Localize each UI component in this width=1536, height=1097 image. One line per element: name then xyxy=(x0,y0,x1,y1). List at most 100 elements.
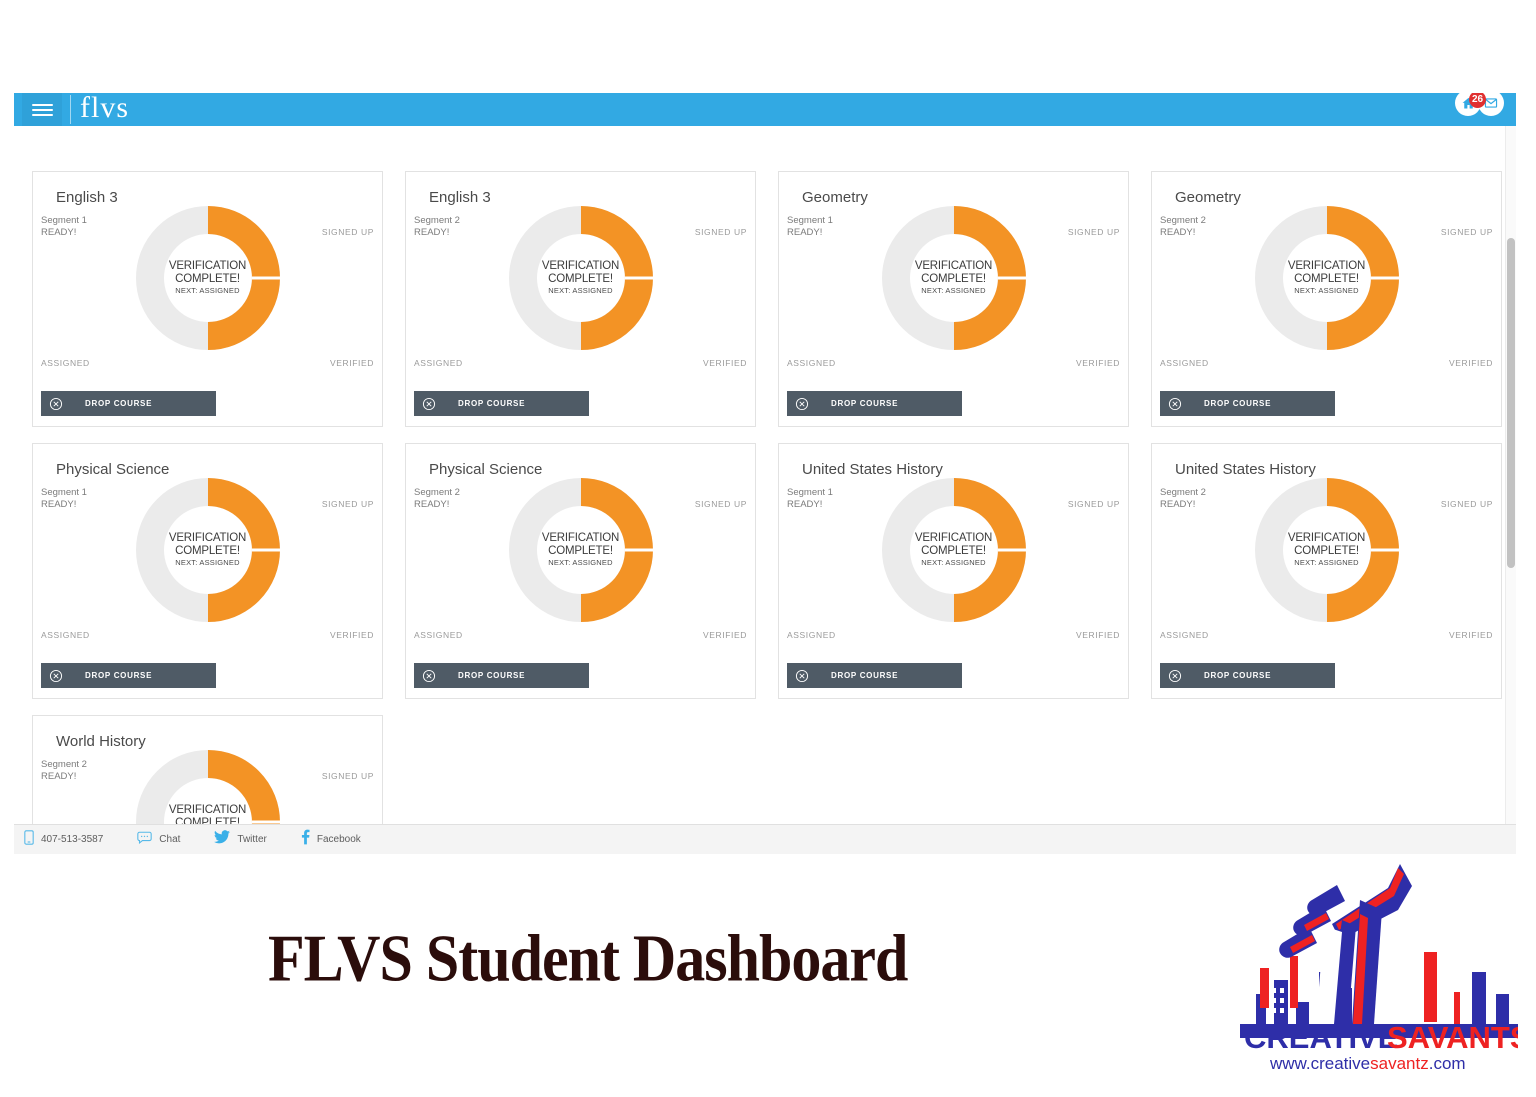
footer-phone[interactable]: 407-513-3587 xyxy=(24,829,104,850)
footer-chat[interactable]: Chat xyxy=(137,831,180,849)
label-verified: VERIFIED xyxy=(1075,358,1120,368)
donut-center-text: VERIFICATION COMPLETE! NEXT: ASSIGNED xyxy=(507,260,655,295)
progress-donut-wrap: VERIFICATION COMPLETE! NEXT: ASSIGNED xyxy=(406,476,755,624)
donut-center-text: VERIFICATION COMPLETE! NEXT: ASSIGNED xyxy=(507,532,655,567)
donut-center-text: VERIFICATION COMPLETE! NEXT: ASSIGNED xyxy=(134,532,282,567)
drop-course-label: DROP COURSE xyxy=(458,399,526,408)
progress-donut: VERIFICATION COMPLETE! NEXT: ASSIGNED xyxy=(134,748,282,824)
course-card[interactable]: United States History Segment 1 READY! S… xyxy=(778,443,1129,699)
donut-line-2: COMPLETE! xyxy=(921,544,986,557)
twitter-icon xyxy=(214,830,231,849)
label-verified: VERIFIED xyxy=(1448,358,1493,368)
course-card[interactable]: Geometry Segment 2 READY! SIGNED UP ASSI… xyxy=(1151,171,1502,427)
creative-savants-logo: CREATIVE SAVANTS www.creativesavantz.com xyxy=(1232,852,1518,1080)
app-footer: 407-513-3587 Chat Twitter Facebook xyxy=(14,824,1516,854)
footer-facebook[interactable]: Facebook xyxy=(301,829,361,850)
progress-donut: VERIFICATION COMPLETE! NEXT: ASSIGNED xyxy=(880,204,1028,352)
donut-center-text: VERIFICATION COMPLETE! NEXT: ASSIGNED xyxy=(134,260,282,295)
drop-course-button[interactable]: DROP COURSE xyxy=(41,391,216,416)
progress-donut-wrap: VERIFICATION COMPLETE! NEXT: ASSIGNED xyxy=(779,476,1128,624)
label-assigned: ASSIGNED xyxy=(787,630,836,640)
progress-donut: VERIFICATION COMPLETE! NEXT: ASSIGNED xyxy=(134,476,282,624)
label-verified: VERIFIED xyxy=(329,630,374,640)
drop-course-label: DROP COURSE xyxy=(85,399,153,408)
donut-center-text: VERIFICATION COMPLETE! NEXT: ASSIGNED xyxy=(880,532,1028,567)
progress-donut-wrap: VERIFICATION COMPLETE! NEXT: ASSIGNED xyxy=(779,204,1128,352)
donut-next-step: NEXT: ASSIGNED xyxy=(548,285,613,295)
donut-center-text: VERIFICATION COMPLETE! NEXT: ASSIGNED xyxy=(1253,532,1401,567)
course-card[interactable]: United States History Segment 2 READY! S… xyxy=(1151,443,1502,699)
course-card[interactable]: English 3 Segment 1 READY! SIGNED UP ASS… xyxy=(32,171,383,427)
phone-icon xyxy=(24,829,34,850)
progress-donut: VERIFICATION COMPLETE! NEXT: ASSIGNED xyxy=(1253,204,1401,352)
donut-next-step: NEXT: ASSIGNED xyxy=(921,285,986,295)
label-assigned: ASSIGNED xyxy=(787,358,836,368)
label-verified: VERIFIED xyxy=(1075,630,1120,640)
drop-course-label: DROP COURSE xyxy=(85,671,153,680)
drop-course-button[interactable]: DROP COURSE xyxy=(41,663,216,688)
close-circle-icon xyxy=(422,397,436,411)
caption-title: FLVS Student Dashboard xyxy=(268,921,908,996)
footer-twitter[interactable]: Twitter xyxy=(214,830,267,849)
chat-icon xyxy=(137,831,152,849)
course-card[interactable]: English 3 Segment 2 READY! SIGNED UP ASS… xyxy=(405,171,756,427)
donut-next-step: NEXT: ASSIGNED xyxy=(548,557,613,567)
footer-twitter-label: Twitter xyxy=(237,834,267,845)
donut-center-text: VERIFICATION COMPLETE! NEXT: ASSIGNED xyxy=(134,804,282,824)
label-assigned: ASSIGNED xyxy=(41,630,90,640)
progress-donut-wrap: VERIFICATION COMPLETE! NEXT: ASSIGNED xyxy=(1152,204,1501,352)
progress-donut-wrap: VERIFICATION COMPLETE! NEXT: ASSIGNED xyxy=(406,204,755,352)
screenshot-root: Current Courses English 3 Segment 1 READ… xyxy=(0,0,1536,1097)
donut-line-1: VERIFICATION xyxy=(541,531,620,544)
label-assigned: ASSIGNED xyxy=(414,358,463,368)
logo-url: www.creativesavantz.com xyxy=(1269,1054,1466,1073)
progress-donut: VERIFICATION COMPLETE! NEXT: ASSIGNED xyxy=(507,204,655,352)
topbar-divider xyxy=(70,95,71,124)
donut-line-1: VERIFICATION xyxy=(168,531,247,544)
progress-donut-wrap: VERIFICATION COMPLETE! NEXT: ASSIGNED xyxy=(33,748,382,824)
close-circle-icon xyxy=(49,397,63,411)
flvs-app-window: Current Courses English 3 Segment 1 READ… xyxy=(14,93,1516,854)
donut-line-1: VERIFICATION xyxy=(168,259,247,272)
progress-donut-wrap: VERIFICATION COMPLETE! NEXT: ASSIGNED xyxy=(33,204,382,352)
footer-phone-label: 407-513-3587 xyxy=(41,834,104,845)
progress-donut-wrap: VERIFICATION COMPLETE! NEXT: ASSIGNED xyxy=(1152,476,1501,624)
close-circle-icon xyxy=(422,669,436,683)
mail-icon xyxy=(1484,96,1498,110)
donut-next-step: NEXT: ASSIGNED xyxy=(1294,285,1359,295)
donut-line-2: COMPLETE! xyxy=(175,816,240,824)
drop-course-button[interactable]: DROP COURSE xyxy=(1160,391,1335,416)
messages-button[interactable]: 26 xyxy=(1469,93,1504,116)
page-content: Current Courses English 3 Segment 1 READ… xyxy=(14,93,1516,824)
course-card[interactable]: Physical Science Segment 2 READY! SIGNED… xyxy=(405,443,756,699)
label-verified: VERIFIED xyxy=(329,358,374,368)
course-card[interactable]: World History Segment 2 READY! SIGNED UP… xyxy=(32,715,383,824)
course-card[interactable]: Geometry Segment 1 READY! SIGNED UP ASSI… xyxy=(778,171,1129,427)
logo-word-creative: CREATIVE xyxy=(1244,1020,1398,1055)
drop-course-label: DROP COURSE xyxy=(458,671,526,680)
hamburger-icon[interactable] xyxy=(22,93,62,126)
label-verified: VERIFIED xyxy=(702,630,747,640)
drop-course-button[interactable]: DROP COURSE xyxy=(787,663,962,688)
label-verified: VERIFIED xyxy=(702,358,747,368)
label-verified: VERIFIED xyxy=(1448,630,1493,640)
donut-line-2: COMPLETE! xyxy=(175,544,240,557)
flvs-logo-text[interactable]: flvs xyxy=(80,93,129,125)
topbar-actions: 26 xyxy=(1455,93,1504,116)
drop-course-button[interactable]: DROP COURSE xyxy=(414,391,589,416)
footer-facebook-label: Facebook xyxy=(316,834,361,845)
vertical-scrollbar[interactable] xyxy=(1505,93,1516,824)
donut-next-step: NEXT: ASSIGNED xyxy=(1294,557,1359,567)
donut-line-2: COMPLETE! xyxy=(548,272,613,285)
donut-line-2: COMPLETE! xyxy=(548,544,613,557)
progress-donut: VERIFICATION COMPLETE! NEXT: ASSIGNED xyxy=(880,476,1028,624)
scrollbar-thumb[interactable] xyxy=(1507,238,1515,568)
close-circle-icon xyxy=(795,669,809,683)
drop-course-label: DROP COURSE xyxy=(1204,399,1272,408)
drop-course-button[interactable]: DROP COURSE xyxy=(787,391,962,416)
footer-chat-label: Chat xyxy=(159,834,181,845)
facebook-icon xyxy=(301,829,310,850)
drop-course-button[interactable]: DROP COURSE xyxy=(1160,663,1335,688)
drop-course-button[interactable]: DROP COURSE xyxy=(414,663,589,688)
course-card[interactable]: Physical Science Segment 1 READY! SIGNED… xyxy=(32,443,383,699)
